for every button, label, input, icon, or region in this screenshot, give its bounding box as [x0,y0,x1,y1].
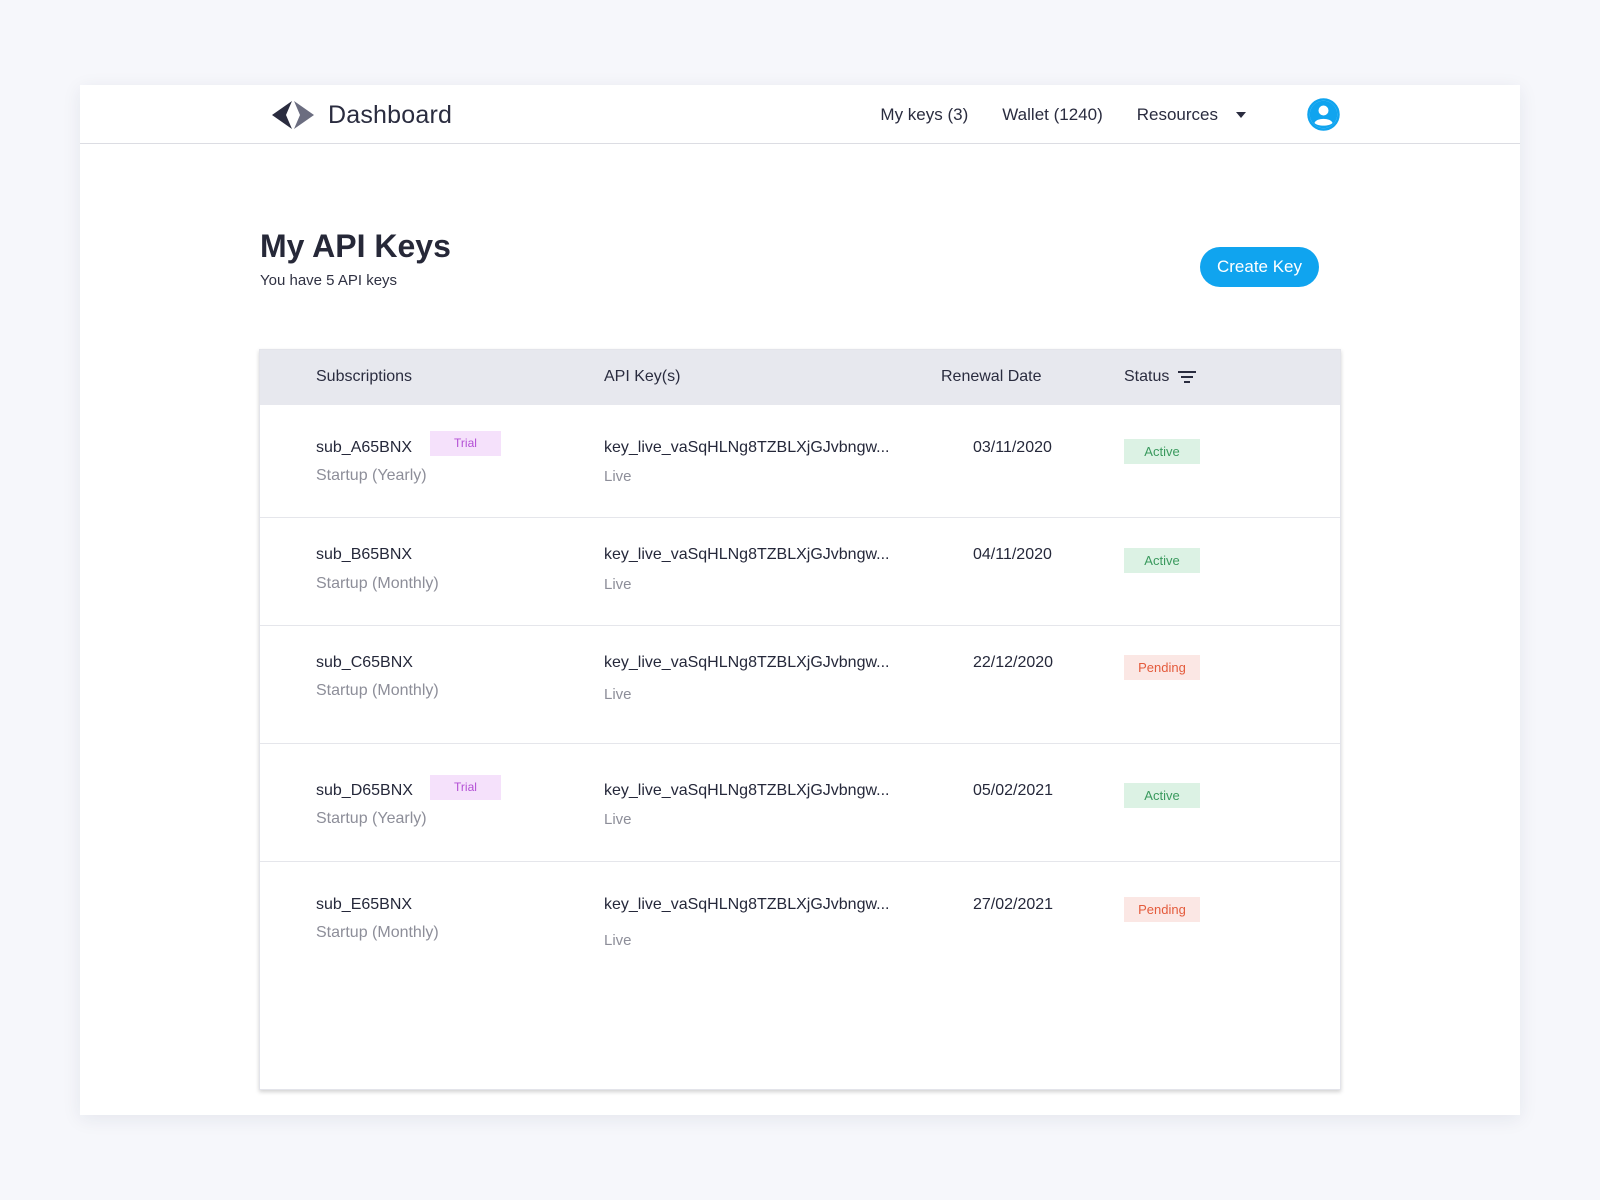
subscription-plan: Startup (Yearly) [316,810,427,827]
subscription-id: sub_A65BNX [316,439,413,456]
subscription-id: sub_D65BNX [316,782,413,799]
api-key-value[interactable]: key_live_vaSqHLNg8TZBLXjGJvbngw... [604,782,889,800]
status-badge: Active [1124,548,1200,573]
api-key-value[interactable]: key_live_vaSqHLNg8TZBLXjGJvbngw... [604,546,889,564]
column-header-status-label: Status [1124,368,1170,385]
table-row[interactable]: sub_A65BNX Trial Startup (Yearly) key_li… [260,405,1340,518]
api-keys-table: Subscriptions API Key(s) Renewal Date St… [259,349,1341,1090]
renewal-date: 04/11/2020 [973,546,1052,563]
column-header-subscriptions[interactable]: Subscriptions [316,368,412,386]
user-avatar-icon[interactable] [1307,98,1340,131]
status-badge: Pending [1124,897,1200,922]
api-key-environment: Live [604,686,632,703]
column-header-status[interactable]: Status [1124,368,1197,386]
column-header-renewal-date[interactable]: Renewal Date [941,368,1042,386]
create-key-button[interactable]: Create Key [1200,247,1319,287]
renewal-date: 05/02/2021 [973,782,1054,799]
api-key-environment: Live [604,811,632,828]
nav-my-keys[interactable]: My keys (3) [880,105,968,125]
page-subtitle: You have 5 API keys [260,272,398,289]
status-badge: Active [1124,439,1200,464]
subscription-plan: Startup (Monthly) [316,924,439,941]
api-key-value[interactable]: key_live_vaSqHLNg8TZBLXjGJvbngw... [604,654,889,672]
table-row[interactable]: sub_E65BNX Startup (Monthly) key_live_va… [260,862,1340,1090]
subscription-id: sub_E65BNX [316,896,413,913]
trial-badge: Trial [430,431,501,456]
top-navigation-bar: Dashboard My keys (3) Wallet (1240) Reso… [80,85,1520,144]
subscription-plan: Startup (Monthly) [316,575,439,592]
api-key-value[interactable]: key_live_vaSqHLNg8TZBLXjGJvbngw... [604,439,889,457]
app-window: Dashboard My keys (3) Wallet (1240) Reso… [80,85,1520,1115]
main-nav: My keys (3) Wallet (1240) Resources [846,85,1246,144]
status-badge: Pending [1124,655,1200,680]
nav-wallet[interactable]: Wallet (1240) [1002,105,1102,125]
subscription-plan: Startup (Monthly) [316,682,439,699]
nav-resources-dropdown[interactable]: Resources [1137,105,1246,125]
status-badge: Active [1124,783,1200,808]
page-title: My API Keys [260,228,451,264]
table-header: Subscriptions API Key(s) Renewal Date St… [260,350,1340,405]
renewal-date: 22/12/2020 [973,654,1054,671]
api-key-value[interactable]: key_live_vaSqHLNg8TZBLXjGJvbngw... [604,896,889,914]
api-key-environment: Live [604,576,632,593]
brackets-logo-icon [272,101,314,129]
subscription-id: sub_B65BNX [316,546,413,563]
brand-title: Dashboard [328,100,453,129]
table-row[interactable]: sub_D65BNX Trial Startup (Yearly) key_li… [260,744,1340,862]
renewal-date: 27/02/2021 [973,896,1054,913]
trial-badge: Trial [430,775,501,800]
caret-down-icon [1236,111,1246,118]
brand[interactable]: Dashboard [270,99,452,131]
table-row[interactable]: sub_C65BNX Startup (Monthly) key_live_va… [260,626,1340,744]
subscription-plan: Startup (Yearly) [316,467,427,484]
api-key-environment: Live [604,468,632,485]
nav-resources-label: Resources [1136,104,1218,124]
filter-icon[interactable] [1177,370,1197,384]
renewal-date: 03/11/2020 [973,439,1052,456]
table-row[interactable]: sub_B65BNX Startup (Monthly) key_live_va… [260,518,1340,626]
api-key-environment: Live [604,932,632,949]
subscription-id: sub_C65BNX [316,654,413,671]
column-header-api-keys[interactable]: API Key(s) [604,368,680,386]
